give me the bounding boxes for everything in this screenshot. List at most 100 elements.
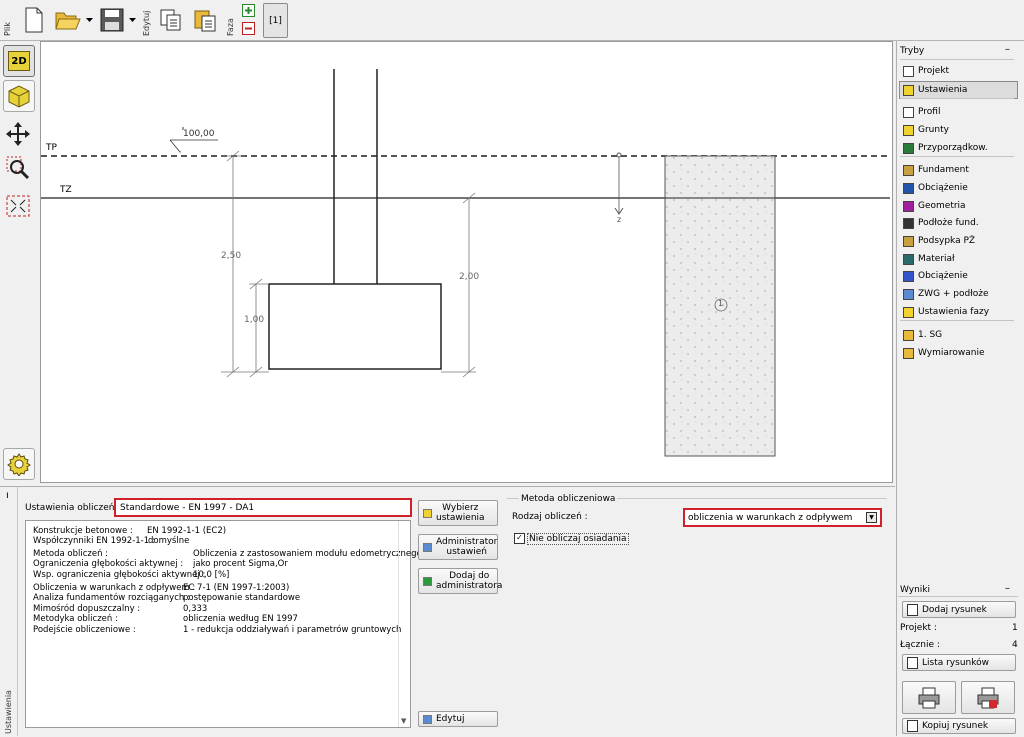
settings-side-tab[interactable]: Ustawienia [4, 690, 13, 734]
bottom-collapse-handle[interactable]: ı [6, 490, 9, 501]
mode-item-label: Profil [918, 107, 941, 117]
zoom-magnifier-icon [6, 156, 30, 180]
info-row-label: Ograniczenia głębokości aktywnej : [33, 559, 184, 569]
edit-settings-icon [423, 714, 432, 724]
dim-100-label: 1,00 [244, 315, 265, 325]
no-settlement-label[interactable]: Nie obliczaj osiadania [527, 533, 629, 545]
add-to-admin-icon [423, 576, 432, 586]
info-scrollbar[interactable]: ▼ [398, 521, 411, 727]
edit-settings-button[interactable]: Edytuj [418, 711, 498, 727]
calc-type-dropdown-arrow[interactable]: ▼ [866, 512, 877, 523]
mode-item-label: 1. SG [918, 330, 943, 340]
mode-item-profil[interactable]: Profil [903, 104, 940, 120]
mode-item-grunty[interactable]: Grunty [903, 122, 949, 138]
project-count-label: Projekt : [900, 623, 937, 633]
mode-material-icon [903, 253, 914, 265]
mode-podloze-fund-icon [903, 217, 914, 229]
view-2d-button[interactable]: 2D [3, 45, 35, 77]
copy-drawing-label: Kopiuj rysunek [922, 721, 989, 731]
no-settlement-checkbox[interactable]: ✓ [514, 533, 525, 544]
mode-item-podsypka-pz[interactable]: Podsypka PŻ [903, 233, 975, 249]
mode-zwg-podloze-icon [903, 288, 914, 300]
mode-grunty-icon [903, 124, 914, 136]
mode-item-ustawienia[interactable]: Ustawienia [899, 81, 1018, 99]
mode-item-zwg-podloze[interactable]: ZWG + podłoże [903, 286, 989, 302]
settings-admin-label-line2: ustawień [446, 547, 487, 557]
add-phase-button[interactable] [241, 3, 255, 17]
modes-collapse-button[interactable]: – [1005, 44, 1010, 55]
fit-view-button[interactable] [4, 192, 32, 220]
copy-drawing-button[interactable]: Kopiuj rysunek [902, 718, 1016, 734]
modes-separator [900, 320, 1014, 321]
mode-item-material[interactable]: Materiał [903, 251, 955, 267]
calc-type-value: obliczenia w warunkach z odpływem [688, 513, 853, 523]
settings-value-field: Standardowe - EN 1997 - DA1 [114, 498, 412, 517]
edit-group-label: Edytuj [142, 10, 151, 36]
settings-admin-icon [423, 542, 432, 552]
view-2d-icon: 2D [8, 51, 30, 71]
phase-tab-label: [1] [269, 15, 282, 26]
mode-item-fundament[interactable]: Fundament [903, 162, 969, 178]
save-dropdown-button[interactable] [127, 14, 137, 26]
open-file-button[interactable] [54, 4, 82, 36]
open-dropdown-button[interactable] [84, 14, 94, 26]
view-3d-button[interactable] [3, 80, 35, 112]
top-toolbar [0, 0, 1024, 41]
mode-obciazenie-icon [903, 182, 914, 194]
mode-item-label: Materiał [918, 254, 955, 264]
paste-data-button[interactable] [190, 4, 220, 36]
mode-item-label: Obciążenie [918, 183, 968, 193]
drawing-list-button[interactable]: Lista rysunków [902, 654, 1016, 671]
move-tool-button[interactable] [4, 120, 32, 148]
results-title: Wyniki [900, 585, 930, 595]
view-2d-label: 2D [11, 55, 27, 67]
settings-admin-button[interactable]: Administrator ustawień [418, 534, 498, 560]
mode-item-1-sg[interactable]: 1. SG [903, 327, 942, 343]
chevron-down-icon [85, 18, 93, 22]
mode-item-wymiarowanie[interactable]: Wymiarowanie [903, 345, 984, 361]
info-row-label: Mimośród dopuszczalny : [33, 604, 141, 614]
settings-admin-label: Administrator ustawień [436, 537, 497, 557]
info-row-label: Analiza fundamentów rozciąganych : [33, 593, 190, 603]
scroll-down-arrow[interactable]: ▼ [401, 717, 406, 725]
add-to-admin-label-line2: administratora [436, 581, 503, 591]
print-export-button[interactable] [961, 681, 1015, 714]
results-collapse-button[interactable]: – [1005, 583, 1010, 594]
calc-type-select[interactable]: obliczenia w warunkach z odpływem ▼ [683, 508, 882, 527]
add-drawing-icon [907, 603, 918, 616]
settings-gear-button[interactable] [3, 448, 35, 480]
printer-pdf-icon [977, 687, 999, 708]
mode-item-label: Projekt [918, 66, 950, 76]
info-row-label: Konstrukcje betonowe : [33, 526, 133, 536]
settings-label: Ustawienia obliczeń : [25, 503, 121, 513]
phase-tab[interactable]: [1] [263, 3, 288, 38]
soil-number-label: 1 [718, 299, 724, 308]
select-settings-button[interactable]: Wybierz ustawienia [418, 500, 498, 526]
gear-icon [7, 453, 31, 476]
mode-item-przyporzadkowanie[interactable]: Przyporządkow. [903, 140, 988, 156]
footing [268, 283, 442, 370]
new-file-button[interactable] [20, 4, 48, 36]
mode-item-podloze-fund[interactable]: Podłoże fund. [903, 215, 979, 231]
save-button[interactable] [98, 4, 126, 36]
print-button[interactable] [902, 681, 956, 714]
mode-item-label: Wymiarowanie [918, 348, 985, 358]
add-to-admin-button[interactable]: Dodaj do administratora [418, 568, 502, 594]
add-drawing-button[interactable]: Dodaj rysunek [902, 601, 1016, 618]
copy-data-button[interactable] [156, 4, 186, 36]
edit-settings-label: Edytuj [436, 714, 465, 724]
mode-item-obciazenie-2[interactable]: Obciążenie [903, 268, 968, 284]
remove-phase-button[interactable] [241, 21, 255, 35]
mode-item-geometria[interactable]: Geometria [903, 198, 966, 214]
info-row-label: Metoda obliczeń : [33, 549, 109, 559]
drawing-canvas[interactable]: TP TZ 100,00 2,50 1,00 2,00 1 z [40, 41, 893, 483]
tz-label: TZ [60, 185, 72, 195]
zoom-tool-button[interactable] [4, 154, 32, 182]
mode-item-label: Przyporządkow. [918, 143, 988, 153]
mode-item-obciazenie[interactable]: Obciążenie [903, 180, 968, 196]
mode-item-label: Fundament [918, 165, 969, 175]
select-settings-label-line2: ustawienia [436, 513, 485, 523]
add-to-admin-label-line1: Dodaj do [449, 571, 490, 581]
mode-item-projekt[interactable]: Projekt [903, 63, 949, 79]
mode-item-ustawienia-fazy[interactable]: Ustawienia fazy [903, 304, 989, 320]
